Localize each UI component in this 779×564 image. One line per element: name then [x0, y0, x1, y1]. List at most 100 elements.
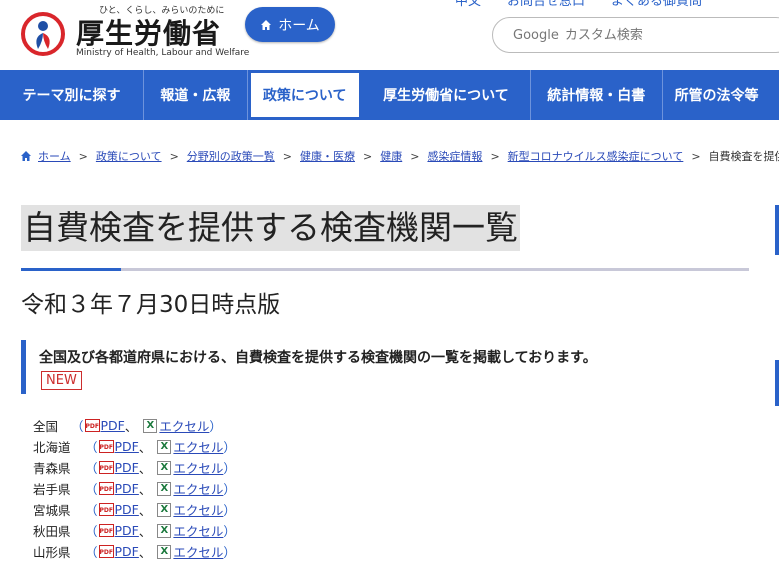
side-panel-edge — [775, 205, 779, 255]
comma: 、 — [124, 419, 138, 434]
top-links[interactable]: 中文 お問合せ窓口 よくある御質問 — [455, 0, 702, 9]
pdf-icon: PDF — [98, 482, 114, 495]
pdf-link[interactable]: PDF — [115, 523, 139, 538]
nav-item-about[interactable]: 厚生労働省について — [362, 70, 532, 120]
nav-item-statistics[interactable]: 統計情報・白書 — [531, 70, 663, 120]
excel-icon: X — [157, 439, 172, 454]
open-paren: （ — [85, 461, 98, 476]
list-item: 岩手県（PDF PDF、 X エクセル） — [33, 478, 236, 499]
prefecture-name: 山形県 — [33, 545, 71, 560]
excel-icon: X — [157, 481, 172, 496]
comma: 、 — [138, 545, 152, 560]
excel-icon: X — [157, 523, 172, 538]
breadcrumb-link-infection[interactable]: 感染症情報 — [427, 148, 482, 164]
close-paren: ） — [209, 419, 222, 434]
close-paren: ） — [223, 461, 236, 476]
excel-link[interactable]: エクセル — [173, 479, 223, 498]
list-item: 秋田県（PDF PDF、 X エクセル） — [33, 520, 236, 541]
home-icon — [261, 19, 272, 30]
breadcrumb-link-home[interactable]: ホーム — [38, 148, 71, 164]
nav-item-policy[interactable]: 政策について — [247, 70, 362, 120]
open-paren: （ — [85, 482, 98, 497]
breadcrumb-separator: > — [363, 149, 373, 163]
pdf-link[interactable]: PDF — [115, 439, 139, 454]
comma: 、 — [138, 440, 152, 455]
list-item: 青森県（PDF PDF、 X エクセル） — [33, 457, 236, 478]
prefecture-name: 北海道 — [33, 440, 71, 455]
pdf-icon: PDF — [98, 440, 114, 453]
pdf-link[interactable]: PDF — [115, 460, 139, 475]
google-brand: Google — [513, 27, 559, 43]
open-paren: （ — [85, 440, 98, 455]
nav-item-themes[interactable]: テーマ別に探す — [0, 70, 145, 120]
close-paren: ） — [223, 545, 236, 560]
excel-link[interactable]: エクセル — [173, 542, 223, 561]
breadcrumb-separator: > — [490, 149, 500, 163]
breadcrumb-separator: > — [410, 149, 420, 163]
search-box[interactable]: Google — [492, 17, 779, 53]
site-title-en: Ministry of Health, Labour and Welfare — [76, 48, 250, 58]
pdf-icon: PDF — [98, 503, 114, 516]
home-button[interactable]: ホーム — [245, 7, 335, 42]
pdf-link[interactable]: PDF — [115, 544, 139, 559]
prefecture-name: 秋田県 — [33, 524, 71, 539]
excel-link[interactable]: エクセル — [173, 458, 223, 477]
global-nav: テーマ別に探す 報道・広報 政策について 厚生労働省について 統計情報・白書 所… — [0, 70, 779, 120]
prefecture-name: 青森県 — [33, 461, 71, 476]
excel-link[interactable]: エクセル — [173, 521, 223, 540]
prefecture-name: 全国 — [33, 419, 59, 434]
list-item: 宮城県（PDF PDF、 X エクセル） — [33, 499, 236, 520]
list-item: 北海道（PDF PDF、 X エクセル） — [33, 436, 236, 457]
open-paren: （ — [85, 524, 98, 539]
list-item: 全国（PDF PDF、 X エクセル） — [33, 415, 236, 436]
open-paren: （ — [71, 419, 84, 434]
nav-item-press[interactable]: 報道・広報 — [144, 70, 248, 120]
breadcrumb-separator: > — [169, 149, 179, 163]
excel-icon: X — [157, 544, 172, 559]
breadcrumb-separator: > — [78, 149, 88, 163]
excel-link[interactable]: エクセル — [159, 416, 209, 435]
breadcrumb-separator: > — [691, 149, 701, 163]
breadcrumb-current: 自費検査を提供 — [708, 150, 779, 163]
pdf-icon: PDF — [98, 545, 114, 558]
breadcrumb-link-policy[interactable]: 政策について — [96, 148, 162, 164]
comma: 、 — [138, 482, 152, 497]
close-paren: ） — [223, 524, 236, 539]
mhlw-logo-icon[interactable] — [20, 9, 66, 59]
title-divider — [21, 268, 749, 271]
excel-link[interactable]: エクセル — [173, 500, 223, 519]
excel-icon: X — [143, 418, 158, 433]
breadcrumb-link-health[interactable]: 健康 — [380, 148, 402, 164]
pdf-icon: PDF — [98, 461, 114, 474]
breadcrumb-link-health-medical[interactable]: 健康・医療 — [300, 148, 355, 164]
pdf-link[interactable]: PDF — [101, 418, 125, 433]
prefecture-name: 岩手県 — [33, 482, 71, 497]
open-paren: （ — [85, 545, 98, 560]
page-subtitle: 令和３年７月30日時点版 — [21, 292, 281, 318]
comma: 、 — [138, 461, 152, 476]
pdf-link[interactable]: PDF — [115, 481, 139, 496]
breadcrumb-separator: > — [282, 149, 292, 163]
excel-icon: X — [157, 502, 172, 517]
comma: 、 — [138, 503, 152, 518]
nav-item-laws[interactable]: 所管の法令等 — [663, 70, 779, 120]
title-divider-accent — [21, 268, 121, 271]
search-input[interactable] — [562, 26, 767, 44]
comma: 、 — [138, 524, 152, 539]
notice-text: 全国及び各都道府県における、自費検査を提供する検査機関の一覧を掲載しております。 — [39, 350, 597, 366]
site-title[interactable]: 厚生労働省 — [76, 12, 221, 52]
prefecture-list: 全国（PDF PDF、 X エクセル）北海道（PDF PDF、 X エクセル）青森県（PDF… — [33, 415, 236, 562]
list-item: 山形県（PDF PDF、 X エクセル） — [33, 541, 236, 562]
breadcrumb-link-policy-list[interactable]: 分野別の政策一覧 — [187, 148, 275, 164]
pdf-link[interactable]: PDF — [115, 502, 139, 517]
side-panel-edge — [775, 360, 779, 406]
pdf-icon: PDF — [98, 524, 114, 537]
excel-link[interactable]: エクセル — [173, 437, 223, 456]
excel-icon: X — [157, 460, 172, 475]
prefecture-name: 宮城県 — [33, 503, 71, 518]
home-icon — [21, 151, 31, 161]
close-paren: ） — [223, 482, 236, 497]
home-button-label: ホーム — [278, 17, 320, 34]
breadcrumb-link-covid[interactable]: 新型コロナウイルス感染症について — [508, 148, 684, 164]
page-title: 自費検査を提供する検査機関一覧 — [21, 205, 520, 251]
